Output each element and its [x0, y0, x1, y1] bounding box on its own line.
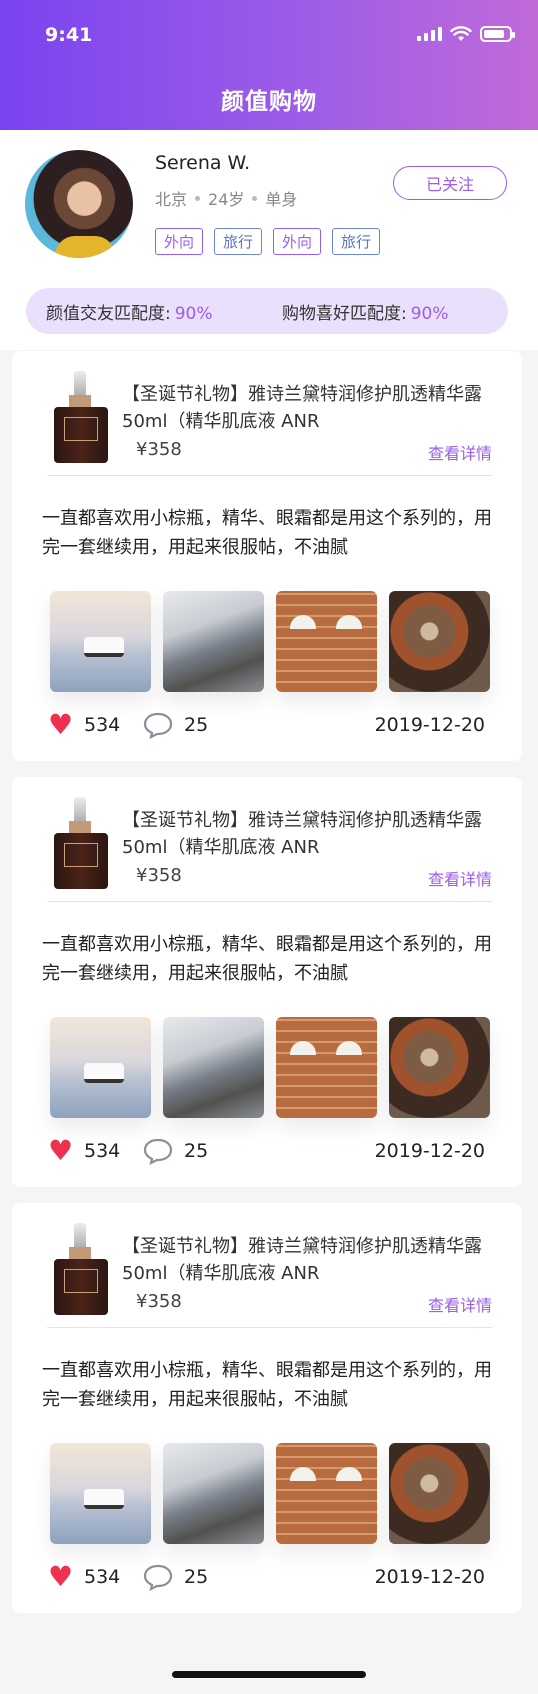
- comment-button[interactable]: 25: [142, 1563, 208, 1591]
- post-photo[interactable]: [50, 1443, 151, 1544]
- tag: 旅行: [214, 228, 263, 255]
- product-title[interactable]: 【圣诞节礼物】雅诗兰黛特润修护肌透精华露 50ml（精华肌底液 ANR: [122, 807, 507, 861]
- post-text: 一直都喜欢用小棕瓶，精华、眼霜都是用这个系列的，用完一套继续用，用起来很服帖，不…: [42, 934, 492, 984]
- shop-match: 购物喜好匹配度: 90%: [282, 299, 449, 324]
- photo-grid: [50, 1443, 490, 1544]
- face-match-value: 90%: [174, 303, 213, 324]
- status-time: 9:41: [45, 24, 93, 46]
- separator-dot: [252, 195, 258, 201]
- page-title: 颜值购物: [221, 89, 317, 115]
- avatar[interactable]: [25, 150, 133, 258]
- post-photo[interactable]: [389, 591, 490, 692]
- comment-button[interactable]: 25: [142, 711, 208, 739]
- like-button[interactable]: ♥ 534: [48, 708, 121, 741]
- comment-count: 25: [184, 714, 209, 736]
- view-detail-link[interactable]: 查看详情: [428, 1292, 492, 1316]
- post-text: 一直都喜欢用小棕瓶，精华、眼霜都是用这个系列的，用完一套继续用，用起来很服帖，不…: [42, 508, 492, 558]
- app-header: 9:41 颜值购物: [0, 0, 538, 130]
- user-city: 北京: [155, 190, 188, 209]
- user-tags: 外向 旅行 外向 旅行: [155, 228, 381, 255]
- post-date: 2019-12-20: [374, 1566, 485, 1588]
- user-meta: 北京 24岁 单身: [155, 186, 297, 210]
- user-relationship: 单身: [265, 190, 298, 209]
- face-match-label: 颜值交友匹配度:: [46, 303, 171, 324]
- comment-count: 25: [184, 1566, 209, 1588]
- post-photo[interactable]: [276, 591, 377, 692]
- heart-icon: ♥: [48, 1134, 74, 1167]
- tag: 外向: [273, 228, 322, 255]
- tag: 外向: [155, 228, 204, 255]
- post-photo[interactable]: [50, 1017, 151, 1118]
- shop-match-value: 90%: [410, 303, 449, 324]
- status-icons: [417, 26, 515, 42]
- like-count: 534: [84, 714, 121, 736]
- follow-button[interactable]: 已关注: [393, 166, 507, 200]
- post-date: 2019-12-20: [374, 1140, 485, 1162]
- post-card[interactable]: 【圣诞节礼物】雅诗兰黛特润修护肌透精华露 50ml（精华肌底液 ANR ¥358…: [12, 777, 522, 1187]
- comment-icon: [143, 1564, 173, 1591]
- product-image[interactable]: [54, 797, 108, 889]
- product-title[interactable]: 【圣诞节礼物】雅诗兰黛特润修护肌透精华露 50ml（精华肌底液 ANR: [122, 1233, 507, 1287]
- like-count: 534: [84, 1140, 121, 1162]
- like-count: 534: [84, 1566, 121, 1588]
- like-button[interactable]: ♥ 534: [48, 1560, 121, 1593]
- divider: [47, 1327, 492, 1328]
- product-title[interactable]: 【圣诞节礼物】雅诗兰黛特润修护肌透精华露 50ml（精华肌底液 ANR: [122, 381, 507, 435]
- view-detail-link[interactable]: 查看详情: [428, 866, 492, 890]
- comment-count: 25: [184, 1140, 209, 1162]
- post-photo[interactable]: [389, 1017, 490, 1118]
- user-name: Serena W.: [155, 152, 251, 174]
- post-photo[interactable]: [50, 591, 151, 692]
- battery-icon: [480, 26, 515, 42]
- heart-icon: ♥: [48, 1560, 74, 1593]
- post-photo[interactable]: [163, 591, 264, 692]
- product-image[interactable]: [54, 1223, 108, 1315]
- comment-icon: [143, 712, 173, 739]
- comment-button[interactable]: 25: [142, 1137, 208, 1165]
- separator-dot: [195, 195, 201, 201]
- product-price: ¥358: [136, 439, 182, 460]
- product-price: ¥358: [136, 1291, 182, 1312]
- face-match: 颜值交友匹配度: 90%: [46, 299, 213, 324]
- user-age: 24岁: [208, 190, 245, 209]
- post-date: 2019-12-20: [374, 714, 485, 736]
- post-photo[interactable]: [389, 1443, 490, 1544]
- like-button[interactable]: ♥ 534: [48, 1134, 121, 1167]
- match-bar: 颜值交友匹配度: 90% 购物喜好匹配度: 90%: [26, 288, 508, 334]
- home-indicator[interactable]: [172, 1671, 366, 1678]
- post-photo[interactable]: [163, 1017, 264, 1118]
- post-card[interactable]: 【圣诞节礼物】雅诗兰黛特润修护肌透精华露 50ml（精华肌底液 ANR ¥358…: [12, 1203, 522, 1613]
- post-text: 一直都喜欢用小棕瓶，精华、眼霜都是用这个系列的，用完一套继续用，用起来很服帖，不…: [42, 1360, 492, 1410]
- post-photo[interactable]: [276, 1443, 377, 1544]
- post-photo[interactable]: [163, 1443, 264, 1544]
- product-price: ¥358: [136, 865, 182, 886]
- tag: 旅行: [332, 228, 381, 255]
- post-card[interactable]: 【圣诞节礼物】雅诗兰黛特润修护肌透精华露 50ml（精华肌底液 ANR ¥358…: [12, 351, 522, 761]
- divider: [47, 475, 492, 476]
- divider: [47, 901, 492, 902]
- post-photo[interactable]: [276, 1017, 377, 1118]
- photo-grid: [50, 591, 490, 692]
- photo-grid: [50, 1017, 490, 1118]
- product-image[interactable]: [54, 371, 108, 463]
- comment-icon: [143, 1138, 173, 1165]
- signal-icon: [417, 27, 442, 41]
- shop-match-label: 购物喜好匹配度:: [282, 303, 407, 324]
- heart-icon: ♥: [48, 708, 74, 741]
- wifi-icon: [450, 26, 472, 41]
- view-detail-link[interactable]: 查看详情: [428, 440, 492, 464]
- profile-section: Serena W. 北京 24岁 单身 已关注 外向 旅行 外向 旅行 颜值交友…: [0, 130, 538, 350]
